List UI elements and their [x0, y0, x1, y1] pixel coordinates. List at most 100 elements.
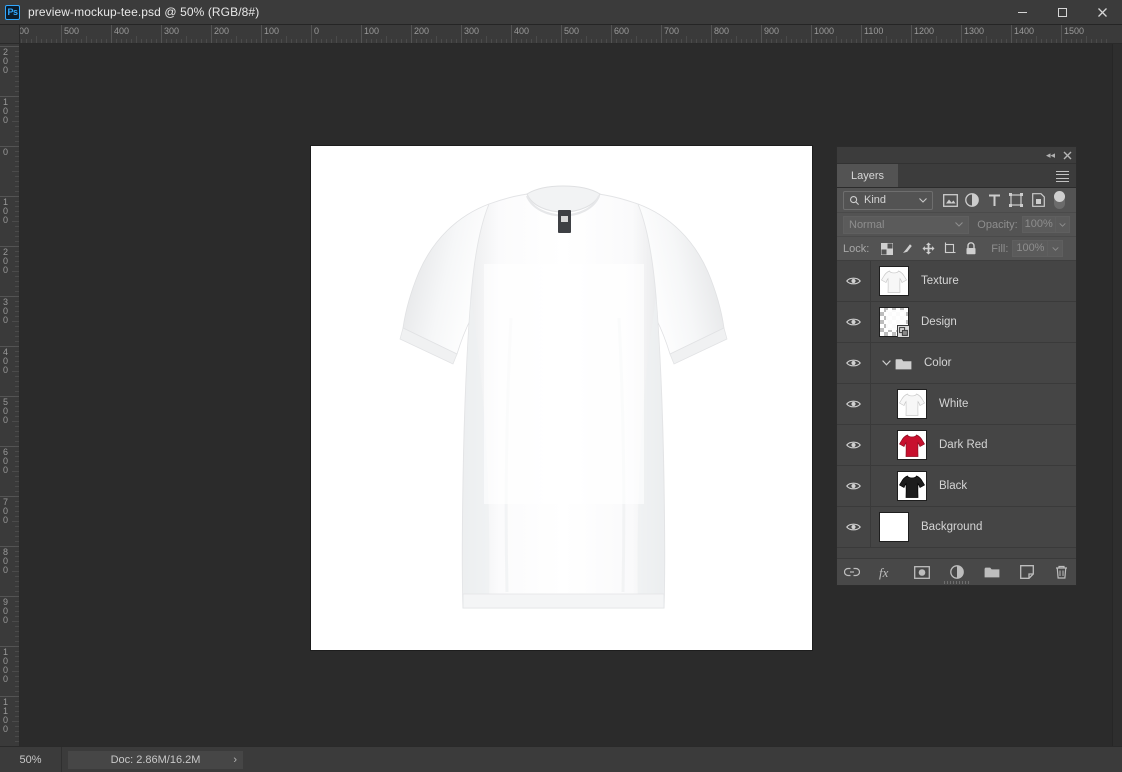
- opacity-stepper[interactable]: [1056, 216, 1070, 233]
- layer-name[interactable]: Dark Red: [939, 439, 988, 451]
- ruler-minor-tick: [12, 421, 19, 422]
- layer-visibility-toggle[interactable]: [837, 466, 871, 506]
- ruler-minor-tick: [1046, 39, 1047, 43]
- ruler-minor-tick: [15, 51, 19, 52]
- ruler-minor-tick: [12, 571, 19, 572]
- ruler-minor-tick: [15, 601, 19, 602]
- panel-resize-grip[interactable]: [944, 581, 970, 584]
- layer-visibility-toggle[interactable]: [837, 261, 871, 301]
- layer-name[interactable]: Color: [924, 357, 951, 369]
- layer-visibility-toggle[interactable]: [837, 343, 871, 383]
- layer-visibility-toggle[interactable]: [837, 302, 871, 342]
- ruler-minor-tick: [901, 39, 902, 43]
- type-layer-filter-icon[interactable]: [983, 190, 1005, 210]
- status-expand-arrow-icon[interactable]: ›: [233, 751, 237, 769]
- ruler-minor-tick: [15, 636, 19, 637]
- maximize-button[interactable]: [1042, 0, 1082, 25]
- svg-text:fx: fx: [879, 565, 889, 580]
- delete-layer-icon[interactable]: [1053, 563, 1071, 581]
- layer-kind-select[interactable]: Kind: [843, 191, 933, 210]
- zoom-level-input[interactable]: 50%: [0, 747, 62, 772]
- layer-name[interactable]: Texture: [921, 275, 959, 287]
- link-layers-icon[interactable]: [843, 563, 861, 581]
- pixel-layer-filter-icon[interactable]: [939, 190, 961, 210]
- panel-menu-icon[interactable]: [1056, 171, 1069, 182]
- horizontal-ruler[interactable]: 6005004003002001000100200300400500600700…: [20, 25, 1122, 44]
- ruler-minor-tick: [176, 39, 177, 43]
- blend-mode-select[interactable]: Normal: [843, 216, 969, 234]
- layer-thumbnail[interactable]: [879, 307, 909, 337]
- layer-thumbnail[interactable]: [879, 512, 909, 542]
- close-panel-icon[interactable]: [1063, 151, 1072, 160]
- lock-transparent-pixels-icon[interactable]: [876, 239, 897, 259]
- ruler-minor-tick: [91, 39, 92, 43]
- eye-icon: [846, 358, 861, 368]
- ruler-label: 100: [362, 26, 379, 36]
- ruler-minor-tick: [431, 39, 432, 43]
- vertical-scrollbar[interactable]: [1112, 44, 1122, 746]
- ruler-minor-tick: [981, 39, 982, 43]
- collapse-double-arrow-icon[interactable]: ◂◂: [1046, 151, 1055, 160]
- minimize-button[interactable]: [1002, 0, 1042, 25]
- ruler-minor-tick: [15, 111, 19, 112]
- shape-layer-filter-icon[interactable]: [1005, 190, 1027, 210]
- ruler-minor-tick: [336, 36, 337, 43]
- layer-visibility-toggle[interactable]: [837, 507, 871, 547]
- add-layer-mask-icon[interactable]: [913, 563, 931, 581]
- layer-visibility-toggle[interactable]: [837, 384, 871, 424]
- layer-thumbnail[interactable]: [879, 266, 909, 296]
- opacity-input[interactable]: 100%: [1022, 216, 1056, 233]
- layer-thumbnail[interactable]: [897, 430, 927, 460]
- document-size-status[interactable]: Doc: 2.86M/16.2M ›: [68, 751, 243, 769]
- layer-visibility-toggle[interactable]: [837, 425, 871, 465]
- ruler-minor-tick: [15, 441, 19, 442]
- ruler-minor-tick: [15, 581, 19, 582]
- ruler-minor-tick: [1021, 39, 1022, 43]
- layer-row[interactable]: Texture: [837, 261, 1076, 302]
- smart-object-filter-icon[interactable]: [1027, 190, 1049, 210]
- lock-all-icon[interactable]: [960, 239, 981, 259]
- ruler-minor-tick: [826, 39, 827, 43]
- lock-image-pixels-icon[interactable]: [897, 239, 918, 259]
- layer-name[interactable]: Black: [939, 480, 967, 492]
- fill-stepper[interactable]: [1048, 240, 1063, 257]
- layer-row[interactable]: Design: [837, 302, 1076, 343]
- fill-input[interactable]: 100%: [1012, 240, 1048, 257]
- ruler-minor-tick: [15, 191, 19, 192]
- close-button[interactable]: [1082, 0, 1122, 25]
- layer-row[interactable]: White: [837, 384, 1076, 425]
- ruler-minor-tick: [15, 236, 19, 237]
- tab-layers[interactable]: Layers: [837, 164, 899, 187]
- layer-row[interactable]: Background: [837, 507, 1076, 548]
- ruler-minor-tick: [631, 39, 632, 43]
- layer-row[interactable]: Black: [837, 466, 1076, 507]
- adjustment-layer-filter-icon[interactable]: [961, 190, 983, 210]
- lock-artboard-nesting-icon[interactable]: [939, 239, 960, 259]
- layer-style-fx-icon[interactable]: fx: [878, 563, 896, 581]
- group-expand-caret-icon[interactable]: [879, 360, 893, 366]
- layer-row[interactable]: Dark Red: [837, 425, 1076, 466]
- layer-name[interactable]: White: [939, 398, 968, 410]
- ruler-minor-tick: [1006, 39, 1007, 43]
- ruler-minor-tick: [341, 39, 342, 43]
- artboard[interactable]: [311, 146, 812, 650]
- new-adjustment-layer-icon[interactable]: [948, 563, 966, 581]
- layer-name[interactable]: Background: [921, 521, 982, 533]
- ruler-minor-tick: [391, 39, 392, 43]
- vertical-ruler[interactable]: 2001000100200300400500600700800900100011…: [0, 44, 20, 746]
- ruler-minor-tick: [801, 39, 802, 43]
- ruler-minor-tick: [486, 36, 487, 43]
- layer-row[interactable]: Color: [837, 343, 1076, 384]
- filter-enable-toggle[interactable]: [1054, 191, 1065, 209]
- layer-list[interactable]: Texture Design: [837, 261, 1076, 558]
- ruler-label: 500: [562, 26, 579, 36]
- layer-thumbnail[interactable]: [897, 389, 927, 419]
- ruler-minor-tick: [15, 651, 19, 652]
- layer-thumbnail-graphic: [898, 472, 926, 500]
- layer-name[interactable]: Design: [921, 316, 957, 328]
- lock-position-icon[interactable]: [918, 239, 939, 259]
- new-group-icon[interactable]: [983, 563, 1001, 581]
- layer-thumbnail[interactable]: [897, 471, 927, 501]
- ruler-minor-tick: [1016, 39, 1017, 43]
- new-layer-icon[interactable]: [1018, 563, 1036, 581]
